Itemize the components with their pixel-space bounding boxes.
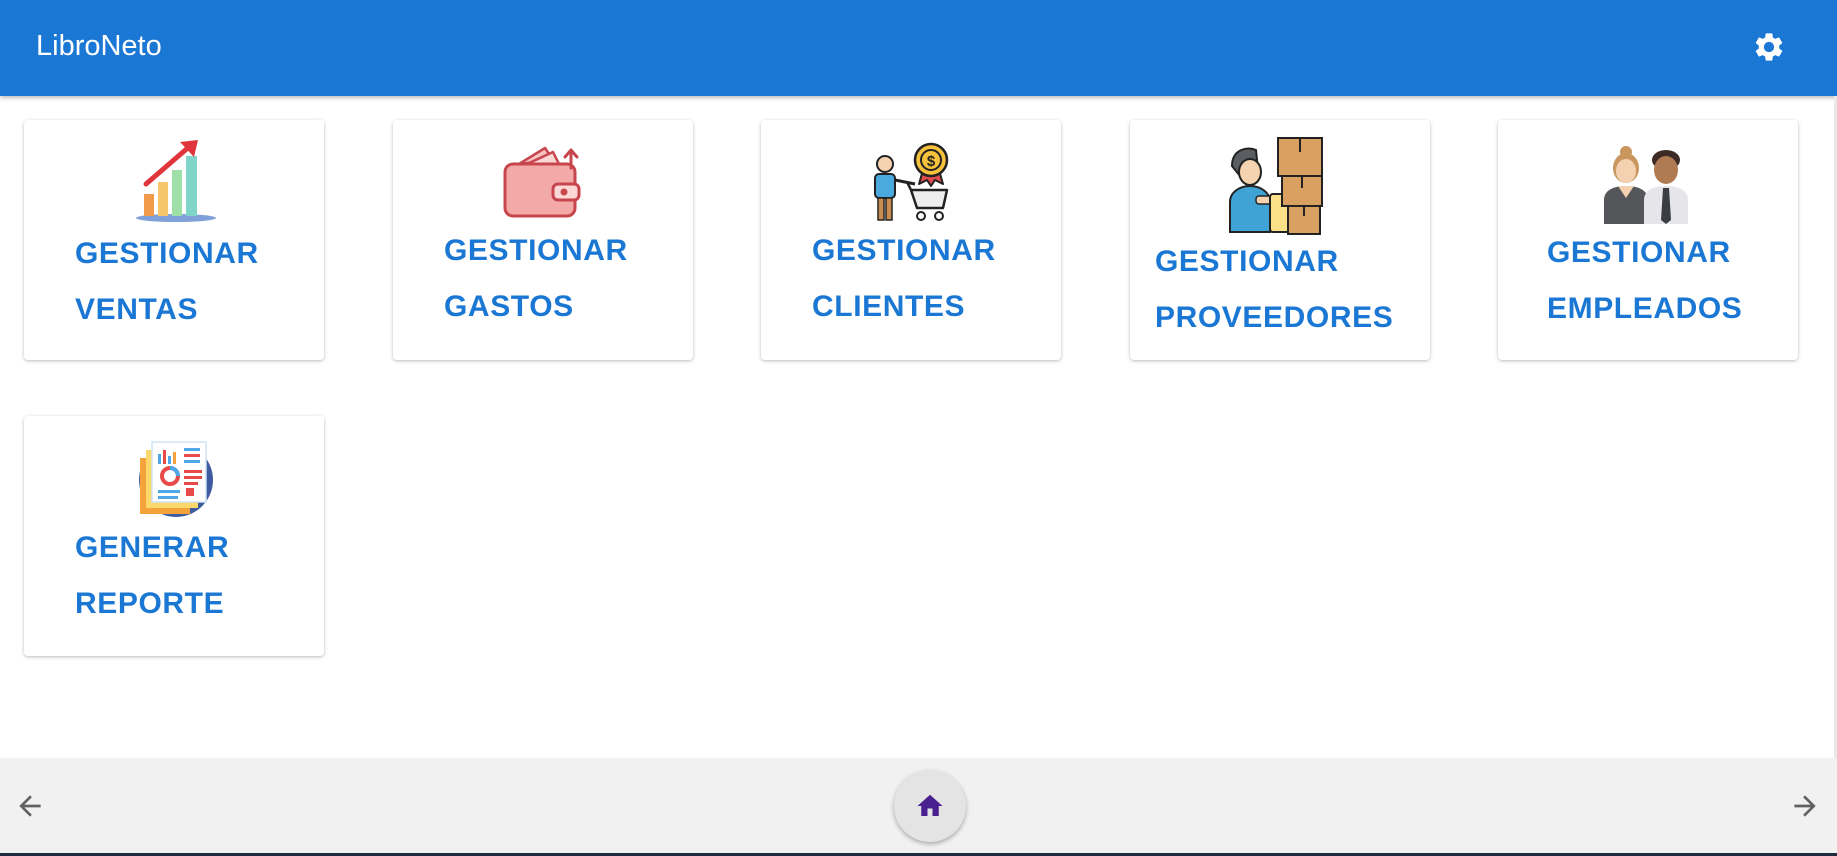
card-gestionar-ventas[interactable]: GESTIONAR VENTAS — [24, 120, 324, 360]
app-root: LibroNeto GESTIONAR VENTAS GESTIONAR GAS… — [0, 0, 1837, 856]
report-document-icon — [139, 441, 213, 517]
card-label-line2: CLIENTES — [812, 290, 966, 323]
card-label-line2: PROVEEDORES — [1155, 301, 1394, 334]
card-label-line1: GESTIONAR — [444, 234, 628, 267]
customer-cart-icon: $ — [874, 142, 949, 221]
card-label: GESTIONAR CLIENTES — [812, 223, 996, 335]
arrow-right-icon — [1794, 795, 1816, 817]
back-button[interactable] — [14, 790, 46, 822]
card-generar-reporte[interactable]: GENERAR REPORTE — [24, 416, 324, 656]
svg-text:$: $ — [927, 153, 936, 170]
card-label: GESTIONAR VENTAS — [75, 226, 259, 338]
app-bar: LibroNeto — [0, 0, 1837, 96]
card-label-line1: GESTIONAR — [75, 237, 259, 270]
card-label: GENERAR REPORTE — [75, 520, 229, 632]
wallet-expense-icon — [503, 146, 581, 218]
gear-icon — [1755, 33, 1783, 61]
card-label: GESTIONAR PROVEEDORES — [1155, 234, 1393, 346]
card-gestionar-clientes[interactable]: $ GESTIONAR CLIENTES — [761, 120, 1061, 360]
forward-button[interactable] — [1789, 790, 1821, 822]
card-label-line2: VENTAS — [75, 293, 199, 326]
card-label-line1: GESTIONAR — [812, 234, 996, 267]
sales-growth-chart-icon — [136, 140, 216, 222]
card-label: GESTIONAR GASTOS — [444, 223, 628, 335]
card-label-line1: GESTIONAR — [1155, 245, 1339, 278]
settings-button[interactable] — [1752, 30, 1786, 64]
card-gestionar-gastos[interactable]: GESTIONAR GASTOS — [393, 120, 693, 360]
card-gestionar-proveedores[interactable]: GESTIONAR PROVEEDORES — [1130, 120, 1430, 360]
supplier-boxes-icon — [1229, 137, 1323, 235]
card-label: GESTIONAR EMPLEADOS — [1547, 225, 1742, 337]
home-button[interactable] — [894, 770, 966, 842]
app-title: LibroNeto — [36, 30, 162, 62]
card-gestionar-empleados[interactable]: GESTIONAR EMPLEADOS — [1498, 120, 1798, 360]
card-label-line2: REPORTE — [75, 587, 225, 620]
employees-icon — [1604, 146, 1688, 224]
card-label-line1: GESTIONAR — [1547, 236, 1731, 269]
card-label-line1: GENERAR — [75, 531, 230, 564]
arrow-left-icon — [19, 795, 41, 817]
card-label-line2: GASTOS — [444, 290, 574, 323]
card-label-line2: EMPLEADOS — [1547, 292, 1743, 325]
home-icon — [917, 794, 943, 816]
